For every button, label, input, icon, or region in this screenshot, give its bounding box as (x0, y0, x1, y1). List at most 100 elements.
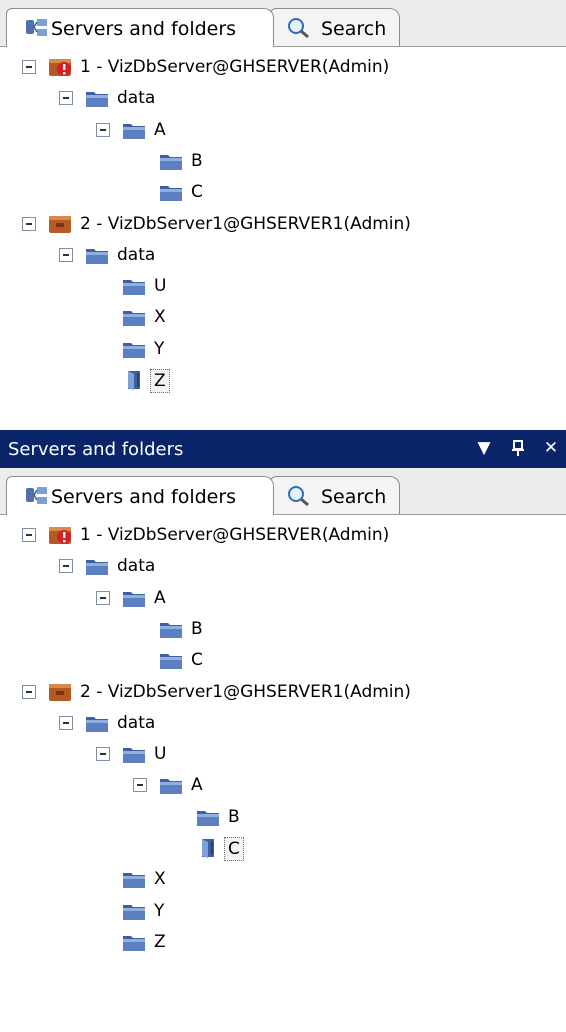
tree-row[interactable]: 1 - VizDbServer@GHSERVER(Admin) (0, 520, 560, 550)
folder-icon (159, 774, 183, 796)
folder-icon (85, 555, 109, 577)
folder-icon (122, 275, 146, 297)
folder-icon (196, 806, 220, 828)
open-folder-icon (196, 837, 220, 859)
tree-node-label[interactable]: data (117, 712, 155, 734)
tree-node-label[interactable]: data (117, 555, 155, 577)
tab-search-label: Search (321, 18, 387, 40)
collapse-toggle-icon[interactable] (59, 559, 73, 574)
folder-icon (159, 150, 183, 172)
tree-node-label[interactable]: C (224, 837, 244, 861)
tree-row[interactable]: Z (0, 365, 560, 395)
tree-row[interactable]: data (0, 240, 560, 270)
tree-node-label[interactable]: B (191, 618, 203, 640)
tab-search[interactable]: Search (270, 8, 400, 46)
collapse-toggle-icon[interactable] (59, 91, 73, 106)
tree-node-label[interactable]: data (117, 87, 155, 109)
tree-node-label[interactable]: U (154, 275, 166, 297)
tree-node-label[interactable]: 1 - VizDbServer@GHSERVER(Admin) (80, 56, 389, 78)
tree-row[interactable]: 1 - VizDbServer@GHSERVER(Admin) (0, 52, 560, 82)
folder-icon (122, 306, 146, 328)
tree-row[interactable]: X (0, 302, 560, 332)
tree-row[interactable]: Y (0, 334, 560, 364)
tab-servers-and-folders[interactable]: Servers and folders (6, 8, 274, 47)
folder-icon (159, 181, 183, 203)
collapse-toggle-icon[interactable] (22, 216, 36, 231)
tab-strip: Servers and folders Search (0, 468, 566, 515)
tree-node-label[interactable]: A (154, 119, 166, 141)
tree-row[interactable]: B (0, 802, 560, 832)
collapse-toggle-icon[interactable] (22, 528, 36, 542)
tab-search[interactable]: Search (270, 476, 400, 514)
tree-node-label[interactable]: C (191, 181, 203, 203)
collapse-toggle-icon[interactable] (96, 590, 110, 605)
server-icon (48, 213, 72, 235)
folder-icon (122, 900, 146, 922)
pin-icon[interactable] (507, 437, 529, 459)
close-icon[interactable]: ✕ (540, 437, 562, 459)
tree-node-label[interactable]: Y (154, 338, 164, 360)
tab-search-label: Search (321, 486, 387, 508)
collapse-toggle-icon[interactable] (59, 247, 73, 262)
tree-node-label[interactable]: data (117, 244, 155, 266)
tree-row[interactable]: U (0, 271, 560, 301)
folder-icon (122, 931, 146, 953)
tree-node-label[interactable]: Y (154, 900, 164, 922)
tree-node-label[interactable]: 1 - VizDbServer@GHSERVER(Admin) (80, 524, 389, 546)
tree-row[interactable]: C (0, 833, 560, 863)
folder-icon (159, 649, 183, 671)
tree-row[interactable]: data (0, 83, 560, 113)
tree-node-label[interactable]: C (191, 649, 203, 671)
tree-row[interactable]: B (0, 146, 560, 176)
tree-row[interactable]: B (0, 614, 560, 644)
server-icon (48, 56, 72, 78)
collapse-toggle-icon[interactable] (59, 715, 73, 730)
tree-row[interactable]: A (0, 770, 560, 800)
tree-node-label[interactable]: Z (154, 931, 166, 953)
tab-servers-and-folders[interactable]: Servers and folders (6, 476, 274, 515)
tree-node-label[interactable]: B (228, 806, 240, 828)
tree-row[interactable]: Z (0, 927, 560, 957)
search-icon (288, 486, 309, 507)
servers-folders-tab-icon (26, 487, 47, 504)
server-icon (48, 524, 72, 546)
tree-row[interactable]: X (0, 864, 560, 894)
tree-row[interactable]: C (0, 177, 560, 207)
folder-icon (159, 618, 183, 640)
collapse-toggle-icon[interactable] (22, 60, 36, 74)
folder-icon (85, 712, 109, 734)
tree-row[interactable]: U (0, 739, 560, 769)
collapse-toggle-icon[interactable] (96, 122, 110, 137)
tree-node-label[interactable]: B (191, 150, 203, 172)
folder-icon (122, 119, 146, 141)
collapse-toggle-icon[interactable] (96, 747, 110, 762)
tree-row[interactable]: C (0, 645, 560, 675)
tree-row[interactable]: 2 - VizDbServer1@GHSERVER1(Admin) (0, 677, 560, 707)
tree-node-label[interactable]: A (154, 587, 166, 609)
tree-node-label[interactable]: Z (150, 369, 170, 393)
tree-node-label[interactable]: X (154, 306, 166, 328)
tree-row[interactable]: A (0, 583, 560, 613)
tab-strip: Servers and folders Search (0, 0, 566, 47)
tree-row[interactable]: Y (0, 896, 560, 926)
tree-row[interactable]: data (0, 708, 560, 738)
folder-icon (122, 743, 146, 765)
open-folder-icon (122, 369, 146, 391)
tree-node-label[interactable]: A (191, 774, 203, 796)
collapse-toggle-icon[interactable] (133, 778, 147, 793)
tree-row[interactable]: 2 - VizDbServer1@GHSERVER1(Admin) (0, 209, 560, 239)
tree-row[interactable]: data (0, 551, 560, 581)
dropdown-icon[interactable]: ▼ (473, 437, 495, 459)
tree-row[interactable]: A (0, 115, 560, 145)
server-icon (48, 681, 72, 703)
servers-folders-panel-2: Servers and folders ▼ ✕ Servers and fold… (0, 430, 566, 990)
servers-folders-panel-1: Servers and folders Search 1 - VizDbServ… (0, 0, 566, 410)
tree-node-label[interactable]: 2 - VizDbServer1@GHSERVER1(Admin) (80, 681, 411, 703)
tree-node-label[interactable]: 2 - VizDbServer1@GHSERVER1(Admin) (80, 213, 411, 235)
collapse-toggle-icon[interactable] (22, 684, 36, 699)
folder-icon (122, 338, 146, 360)
tree-node-label[interactable]: X (154, 868, 166, 890)
folder-icon (85, 244, 109, 266)
folder-icon (122, 587, 146, 609)
tree-node-label[interactable]: U (154, 743, 166, 765)
